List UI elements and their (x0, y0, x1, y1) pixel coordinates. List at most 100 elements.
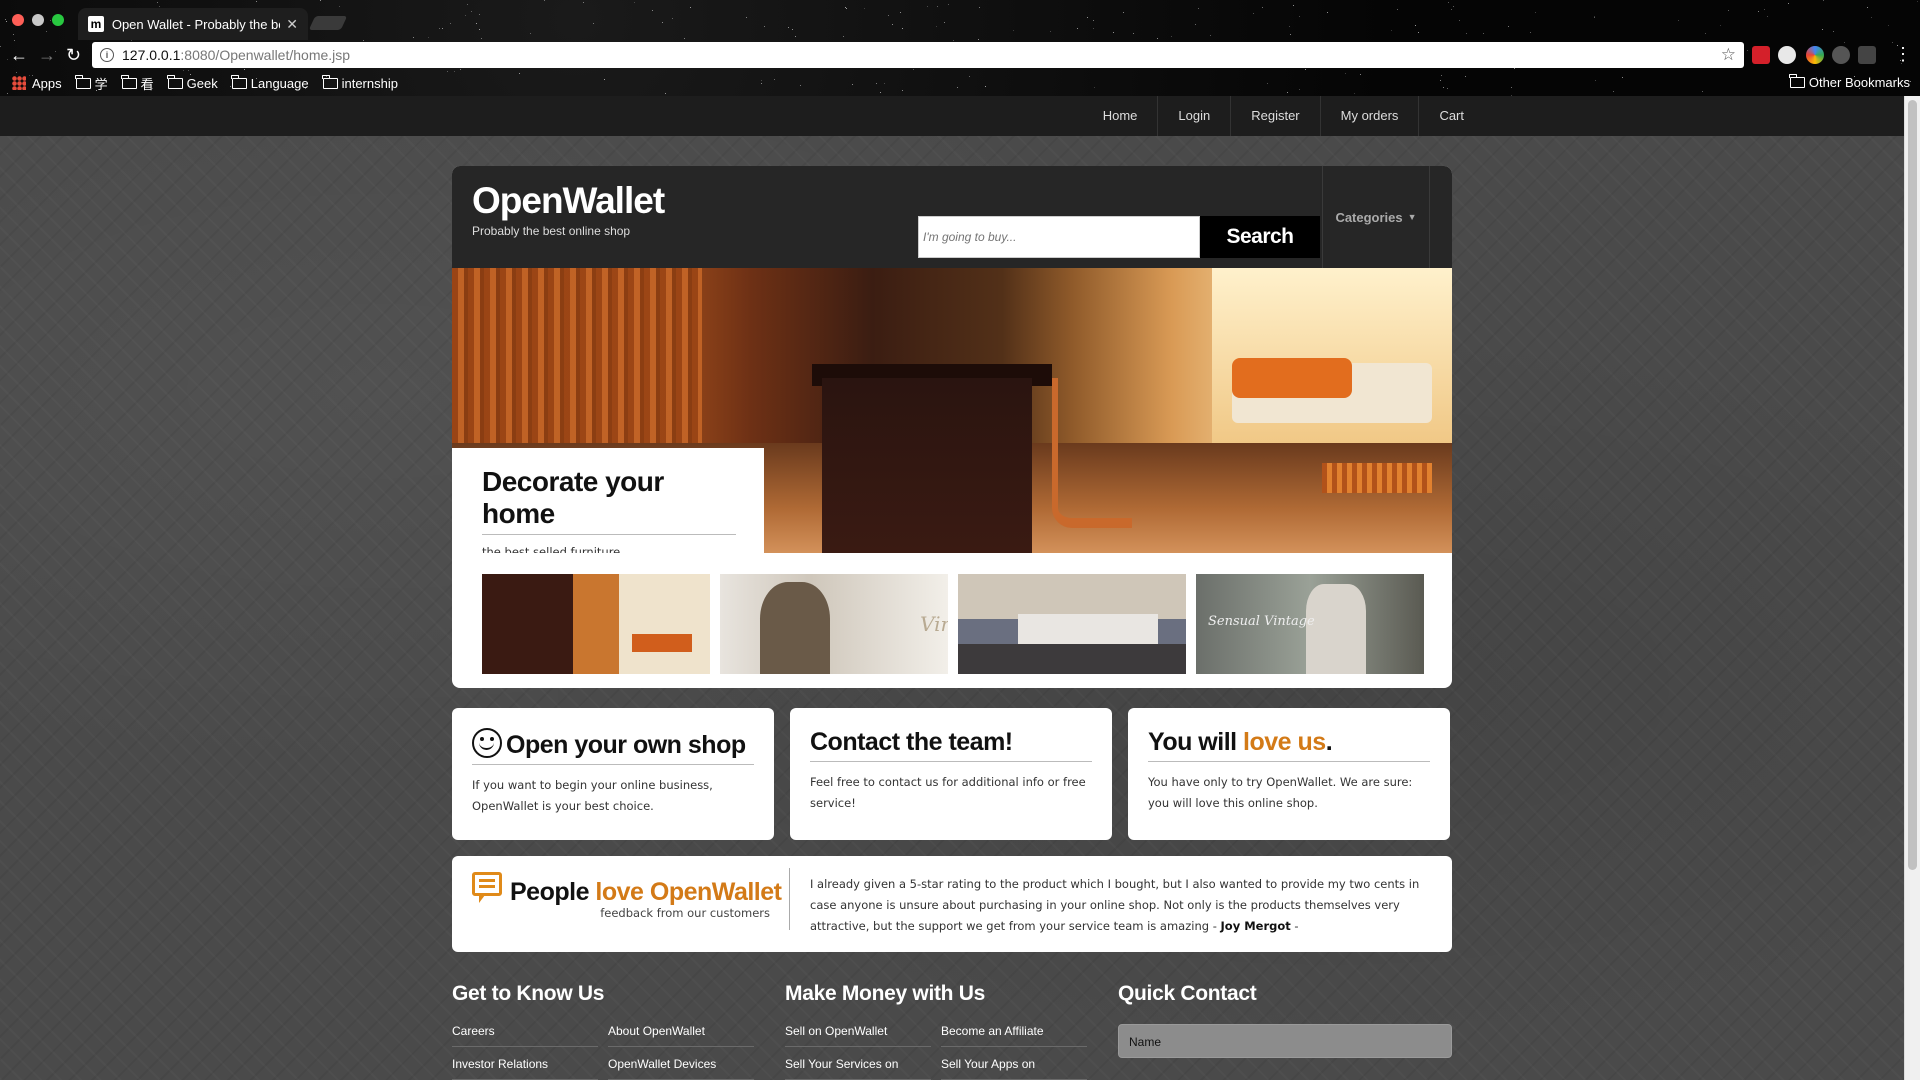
nav-login[interactable]: Login (1157, 96, 1230, 136)
close-window-button[interactable] (12, 14, 24, 26)
bookmark-star-icon[interactable]: ☆ (1721, 45, 1736, 65)
folder-icon (322, 74, 338, 89)
slider-thumbnails: Sensual Vintage (482, 574, 1424, 674)
back-arrow-icon[interactable]: ← (10, 44, 28, 66)
site-header: OpenWallet Probably the best online shop… (452, 166, 1452, 268)
footer-links: Careers About OpenWallet Investor Relati… (452, 1024, 785, 1080)
banner-image-table (1322, 463, 1432, 493)
bookmark-label: Other Bookmarks (1808, 75, 1910, 90)
browser-tab[interactable]: m Open Wallet - Probably the be ✕ (78, 8, 308, 40)
banner-image-island (822, 378, 1032, 553)
footer-heading: Make Money with Us (785, 982, 985, 1005)
tab-favicon-icon: m (88, 16, 104, 32)
thumbnail-kitchen[interactable] (482, 574, 710, 674)
extension-dark-icon[interactable] (1858, 46, 1876, 64)
nav-home[interactable]: Home (1083, 96, 1158, 136)
footer-link-affiliate[interactable]: Become an Affiliate (941, 1024, 1087, 1047)
site-tagline: Probably the best online shop (472, 224, 631, 238)
bookmark-folder-geek[interactable]: Geek (167, 74, 218, 91)
feature-title-text: Open your own shop (506, 731, 746, 759)
maximize-window-button[interactable] (52, 14, 64, 26)
folder-icon (231, 74, 247, 89)
footer-link-sell-services[interactable]: Sell Your Services on (785, 1057, 931, 1080)
feature-row: Open your own shop If you want to begin … (452, 708, 1452, 840)
testimonial-box: People love OpenWallet feedback from our… (452, 856, 1452, 952)
forward-arrow-icon[interactable]: → (38, 44, 56, 66)
tab-close-icon[interactable]: ✕ (286, 16, 298, 33)
folder-icon (75, 74, 91, 89)
minimize-window-button[interactable] (32, 14, 44, 26)
footer-link-careers[interactable]: Careers (452, 1024, 598, 1047)
feature-title: Contact the team! (810, 728, 1092, 762)
feature-title-text: Contact the team! (810, 728, 1013, 756)
quote-author-suffix: - (1290, 919, 1299, 933)
tab-title: Open Wallet - Probably the be (111, 16, 281, 32)
info-icon[interactable]: i (100, 48, 114, 62)
footer-link-sell[interactable]: Sell on OpenWallet (785, 1024, 931, 1047)
site-logo[interactable]: OpenWallet (472, 180, 665, 222)
footer-link-investor-relations[interactable]: Investor Relations (452, 1057, 598, 1080)
categories-dropdown[interactable]: Categories ▼ (1322, 166, 1430, 268)
title-post: . (1325, 728, 1333, 756)
footer-heading: Quick Contact (1118, 982, 1257, 1005)
footer-col-make-money: Make Money with Us Sell on OpenWallet Be… (785, 982, 1118, 1080)
bookmark-label: Geek (186, 75, 218, 91)
extension-red-icon[interactable] (1752, 46, 1770, 64)
folder-icon (167, 74, 183, 89)
search-input[interactable] (918, 216, 1200, 258)
footer-col-know-us: Get to Know Us Careers About OpenWallet … (452, 982, 785, 1080)
footer-links: Sell on OpenWallet Become an Affiliate S… (785, 1024, 1118, 1080)
new-tab-button[interactable] (308, 16, 348, 30)
thumbnail-sensual-vintage[interactable]: Sensual Vintage (1196, 574, 1424, 674)
url-path: :8080/Openwallet/home.jsp (180, 47, 351, 63)
browser-menu-icon[interactable]: ⋮ (1894, 44, 1912, 65)
chevron-down-icon: ▼ (1407, 212, 1417, 222)
bookmarks-bar: Apps 学 看 Geek Language internship Other … (0, 70, 1920, 96)
footer-link-sell-apps[interactable]: Sell Your Apps on (941, 1057, 1087, 1080)
other-bookmarks[interactable]: Other Bookmarks (1789, 74, 1910, 90)
bookmark-apps[interactable]: Apps (0, 76, 62, 91)
title-pre: People (510, 878, 596, 906)
folder-icon (1789, 74, 1805, 88)
bookmark-folder-2[interactable]: 看 (121, 74, 154, 93)
thumbnail-bedroom[interactable] (958, 574, 1186, 674)
hero-banner[interactable]: Decorate your home the best selled furni… (452, 268, 1452, 553)
browser-toolbar: ← → ↻ i 127.0.0.1 :8080/Openwallet/home.… (0, 40, 1920, 70)
banner-caption: Decorate your home the best selled furni… (452, 448, 764, 553)
tab-bar: m Open Wallet - Probably the be ✕ (0, 0, 1920, 40)
bookmark-folder-language[interactable]: Language (231, 74, 309, 91)
bookmark-folder-internship[interactable]: internship (322, 74, 398, 91)
feature-title: Open your own shop (472, 728, 754, 765)
reload-icon[interactable]: ↻ (66, 44, 81, 66)
speech-bubble-icon (472, 872, 502, 903)
bookmark-folder-1[interactable]: 学 (75, 74, 108, 93)
web-page: Home Login Register My orders Cart OpenW… (0, 96, 1904, 1080)
testimonial-heading: People love OpenWallet feedback from our… (452, 856, 800, 952)
thumbnail-text: Sensual Vintage (1208, 614, 1315, 629)
address-bar[interactable]: i 127.0.0.1 :8080/Openwallet/home.jsp ☆ (92, 42, 1744, 68)
search-button[interactable]: Search (1200, 216, 1320, 258)
contact-name-field[interactable]: Name (1118, 1024, 1452, 1058)
page-scrollbar[interactable] (1904, 96, 1920, 1080)
folder-icon (121, 74, 137, 89)
smiley-icon (472, 728, 502, 758)
extension-chat-icon[interactable] (1778, 46, 1796, 64)
bookmark-label: 看 (140, 76, 154, 92)
nav-register[interactable]: Register (1230, 96, 1319, 136)
nav-cart[interactable]: Cart (1418, 96, 1484, 136)
bookmark-label: internship (341, 75, 398, 91)
feature-open-shop: Open your own shop If you want to begin … (452, 708, 774, 840)
extension-chrome-icon[interactable] (1806, 46, 1824, 64)
banner-image-pillow (1232, 358, 1352, 398)
footer-heading: Get to Know Us (452, 982, 605, 1005)
thumbnail-vintage-women[interactable] (720, 574, 948, 674)
scrollbar-thumb[interactable] (1908, 100, 1917, 870)
extension-gray-icon[interactable] (1832, 46, 1850, 64)
site-footer: Get to Know Us Careers About OpenWallet … (452, 982, 1452, 1080)
footer-link-about[interactable]: About OpenWallet (608, 1024, 754, 1047)
url-host: 127.0.0.1 (122, 47, 181, 63)
banner-subtitle: the best selled furniture (482, 545, 621, 553)
footer-link-devices[interactable]: OpenWallet Devices (608, 1057, 754, 1080)
nav-my-orders[interactable]: My orders (1319, 96, 1419, 136)
feature-body: If you want to begin your online busines… (472, 778, 713, 813)
